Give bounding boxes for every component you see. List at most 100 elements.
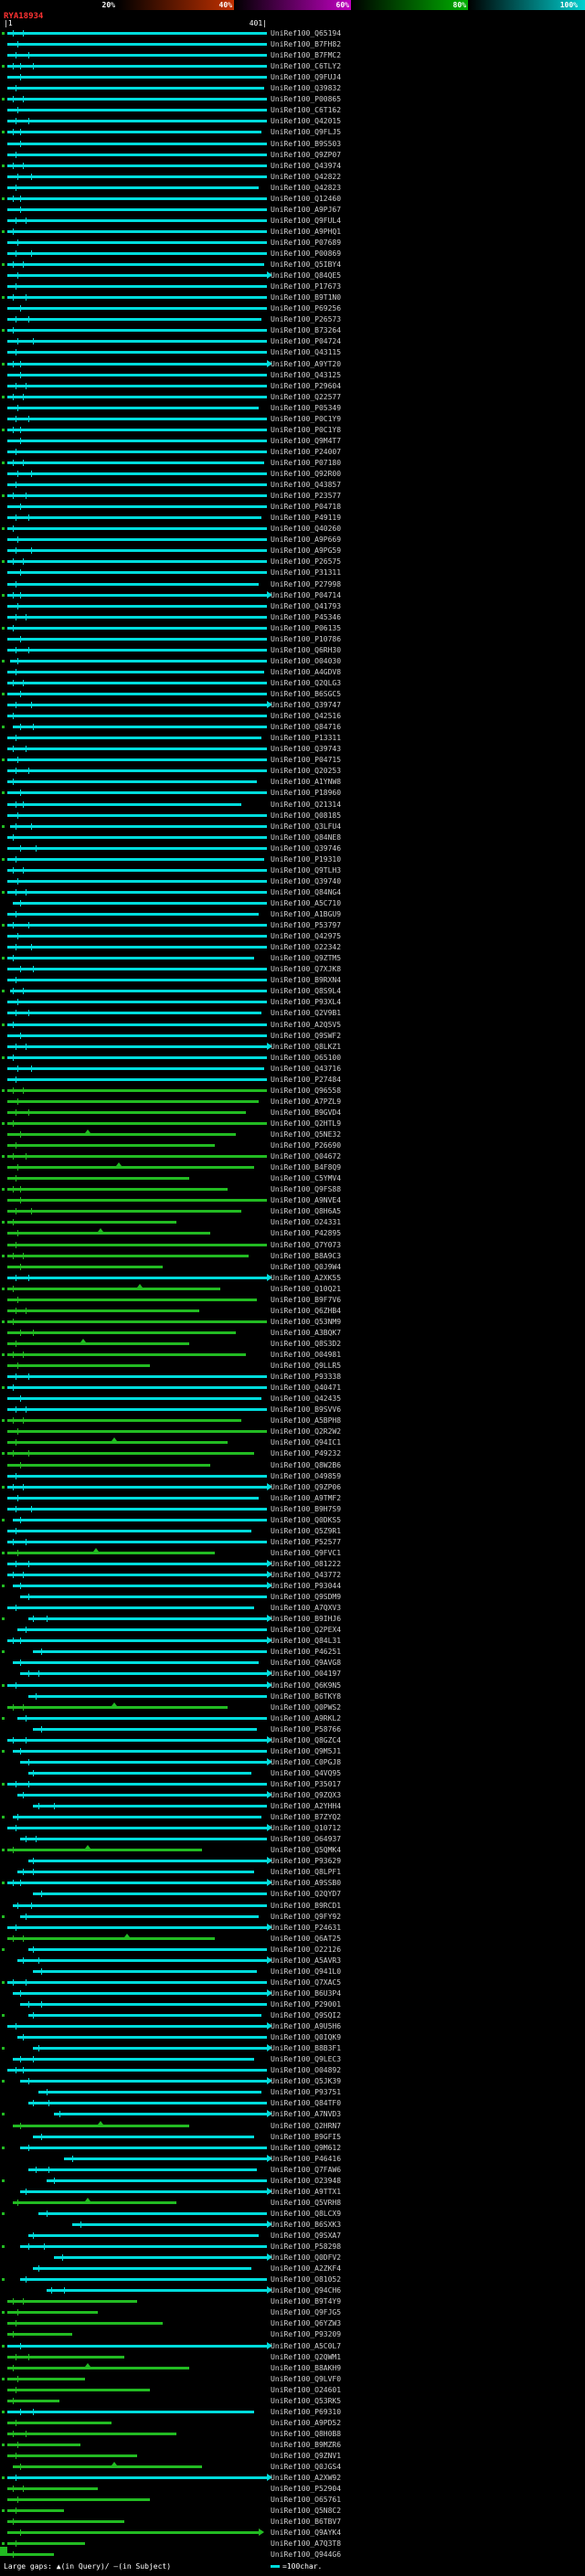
hit-label[interactable]: UniRef100_Q10712 — [271, 1824, 341, 1832]
alignment-bar[interactable] — [7, 2399, 59, 2402]
alignment-bar[interactable] — [7, 2025, 267, 2029]
alignment-bar[interactable] — [7, 1232, 210, 1235]
hit-label[interactable]: UniRef100_P93044 — [271, 1582, 341, 1590]
alignment-bar[interactable] — [7, 1155, 267, 1159]
alignment-bar[interactable] — [7, 2421, 112, 2424]
alignment-bar[interactable] — [7, 1364, 151, 1368]
alignment-bar[interactable] — [7, 737, 262, 740]
alignment-bar[interactable] — [7, 384, 267, 387]
hit-label[interactable]: UniRef100_Q40471 — [271, 1383, 341, 1392]
alignment-bar[interactable] — [72, 2222, 267, 2226]
alignment-bar[interactable] — [7, 428, 267, 431]
alignment-bar[interactable] — [7, 351, 267, 355]
alignment-bar[interactable] — [7, 1077, 267, 1081]
hit-label[interactable]: UniRef100_Q92R00 — [271, 470, 341, 478]
hit-label[interactable]: UniRef100_Q9ZTM5 — [271, 954, 341, 962]
hit-label[interactable]: UniRef100_Q42823 — [271, 184, 341, 192]
alignment-bar[interactable] — [7, 879, 267, 883]
hit-label[interactable]: UniRef100_A9TMF2 — [271, 1494, 341, 1502]
hit-label[interactable]: UniRef100_P07689 — [271, 239, 341, 247]
hit-label[interactable]: UniRef100_Q39746 — [271, 844, 341, 853]
alignment-bar[interactable] — [7, 2531, 260, 2535]
alignment-bar[interactable] — [7, 1485, 267, 1489]
hit-label[interactable]: UniRef100_O49859 — [271, 1472, 341, 1480]
hit-label[interactable]: UniRef100_A5C710 — [271, 899, 341, 907]
hit-label[interactable]: UniRef100_Q9M4T7 — [271, 437, 341, 445]
alignment-bar[interactable] — [7, 274, 267, 278]
hit-label[interactable]: UniRef100_Q9ZNV1 — [271, 2452, 341, 2460]
hit-label[interactable]: UniRef100_P0C1Y9 — [271, 415, 341, 423]
alignment-bar[interactable] — [7, 2432, 176, 2435]
alignment-bar[interactable] — [7, 1827, 267, 1830]
hit-label[interactable]: UniRef100_Q8H0B8 — [271, 2430, 341, 2438]
hit-label[interactable]: UniRef100_P27484 — [271, 1076, 341, 1084]
alignment-bar[interactable] — [7, 791, 267, 795]
hit-label[interactable]: UniRef100_Q9LLR5 — [271, 1362, 341, 1370]
hit-label[interactable]: UniRef100_A7PZL9 — [271, 1097, 341, 1106]
alignment-bar[interactable] — [7, 670, 265, 673]
hit-label[interactable]: UniRef100_Q2QLG3 — [271, 679, 341, 687]
hit-label[interactable]: UniRef100_Q8W2B6 — [271, 1461, 341, 1469]
alignment-bar[interactable] — [7, 1121, 267, 1125]
hit-label[interactable]: UniRef100_C6TLY2 — [271, 62, 341, 70]
alignment-bar[interactable] — [7, 604, 267, 608]
hit-label[interactable]: UniRef100_Q2HRN7 — [271, 2122, 341, 2130]
hit-label[interactable]: UniRef100_Q40260 — [271, 525, 341, 533]
alignment-bar[interactable] — [7, 240, 267, 244]
alignment-bar[interactable] — [33, 2267, 251, 2271]
hit-label[interactable]: UniRef100_B7FMC2 — [271, 51, 341, 59]
alignment-bar[interactable] — [20, 1914, 260, 1918]
alignment-bar[interactable] — [7, 252, 267, 255]
alignment-bar[interactable] — [7, 1606, 254, 1610]
alignment-bar[interactable] — [7, 1265, 164, 1268]
hit-label[interactable]: UniRef100_A9PHQ1 — [271, 228, 341, 236]
hit-label[interactable]: UniRef100_Q8LCX9 — [271, 2210, 341, 2218]
alignment-bar[interactable] — [54, 2113, 267, 2116]
alignment-bar[interactable] — [7, 207, 267, 211]
alignment-bar[interactable] — [7, 780, 257, 784]
alignment-bar[interactable] — [7, 1001, 267, 1004]
alignment-bar[interactable] — [27, 1771, 251, 1775]
alignment-bar[interactable] — [12, 2200, 176, 2204]
alignment-bar[interactable] — [7, 2454, 137, 2457]
alignment-bar[interactable] — [7, 1088, 267, 1092]
alignment-bar[interactable] — [7, 2300, 137, 2304]
hit-label[interactable]: UniRef100_Q43125 — [271, 371, 341, 379]
alignment-bar[interactable] — [7, 109, 267, 112]
alignment-bar[interactable] — [7, 1782, 267, 1786]
hit-label[interactable]: UniRef100_P93629 — [271, 1857, 341, 1865]
hit-label[interactable]: UniRef100_Q8GZC4 — [271, 1736, 341, 1744]
alignment-bar[interactable] — [27, 2102, 267, 2105]
alignment-bar[interactable] — [54, 2256, 267, 2260]
hit-label[interactable]: UniRef100_Q5JK39 — [271, 2077, 341, 2085]
hit-label[interactable]: UniRef100_O24601 — [271, 2386, 341, 2394]
hit-label[interactable]: UniRef100_P24007 — [271, 448, 341, 456]
alignment-bar[interactable] — [33, 2135, 254, 2138]
alignment-bar[interactable] — [7, 758, 267, 762]
hit-label[interactable]: UniRef100_Q43115 — [271, 348, 341, 356]
hit-label[interactable]: UniRef100_P46251 — [271, 1648, 341, 1656]
alignment-bar[interactable] — [7, 1705, 229, 1709]
hit-label[interactable]: UniRef100_O04981 — [271, 1351, 341, 1359]
hit-label[interactable]: UniRef100_P93XL4 — [271, 998, 341, 1006]
alignment-bar[interactable] — [20, 1672, 267, 1676]
hit-label[interactable]: UniRef100_Q2V9B1 — [271, 1009, 341, 1017]
hit-label[interactable]: UniRef100_Q9M5J1 — [271, 1747, 341, 1755]
hit-label[interactable]: UniRef100_Q42516 — [271, 712, 341, 720]
alignment-bar[interactable] — [7, 890, 267, 894]
alignment-bar[interactable] — [12, 1749, 267, 1753]
hit-label[interactable]: UniRef100_Q7XAC5 — [271, 1978, 341, 1987]
alignment-bar[interactable] — [9, 824, 267, 828]
hit-label[interactable]: UniRef100_A9RKL2 — [271, 1714, 341, 1723]
hit-label[interactable]: UniRef100_O22126 — [271, 1945, 341, 1954]
hit-label[interactable]: UniRef100_Q84TF0 — [271, 2099, 341, 2107]
hit-label[interactable]: UniRef100_O04892 — [271, 2066, 341, 2074]
hit-label[interactable]: UniRef100_Q43974 — [271, 162, 341, 170]
alignment-bar[interactable] — [7, 76, 267, 80]
hit-label[interactable]: UniRef100_Q5N8C2 — [271, 2507, 341, 2515]
alignment-bar[interactable] — [7, 472, 267, 475]
hit-label[interactable]: UniRef100_B9T4Y9 — [271, 2297, 341, 2306]
alignment-bar[interactable] — [33, 1805, 267, 1808]
hit-label[interactable]: UniRef100_Q4VQ95 — [271, 1769, 341, 1777]
hit-label[interactable]: UniRef100_B9MZR6 — [271, 2441, 341, 2449]
